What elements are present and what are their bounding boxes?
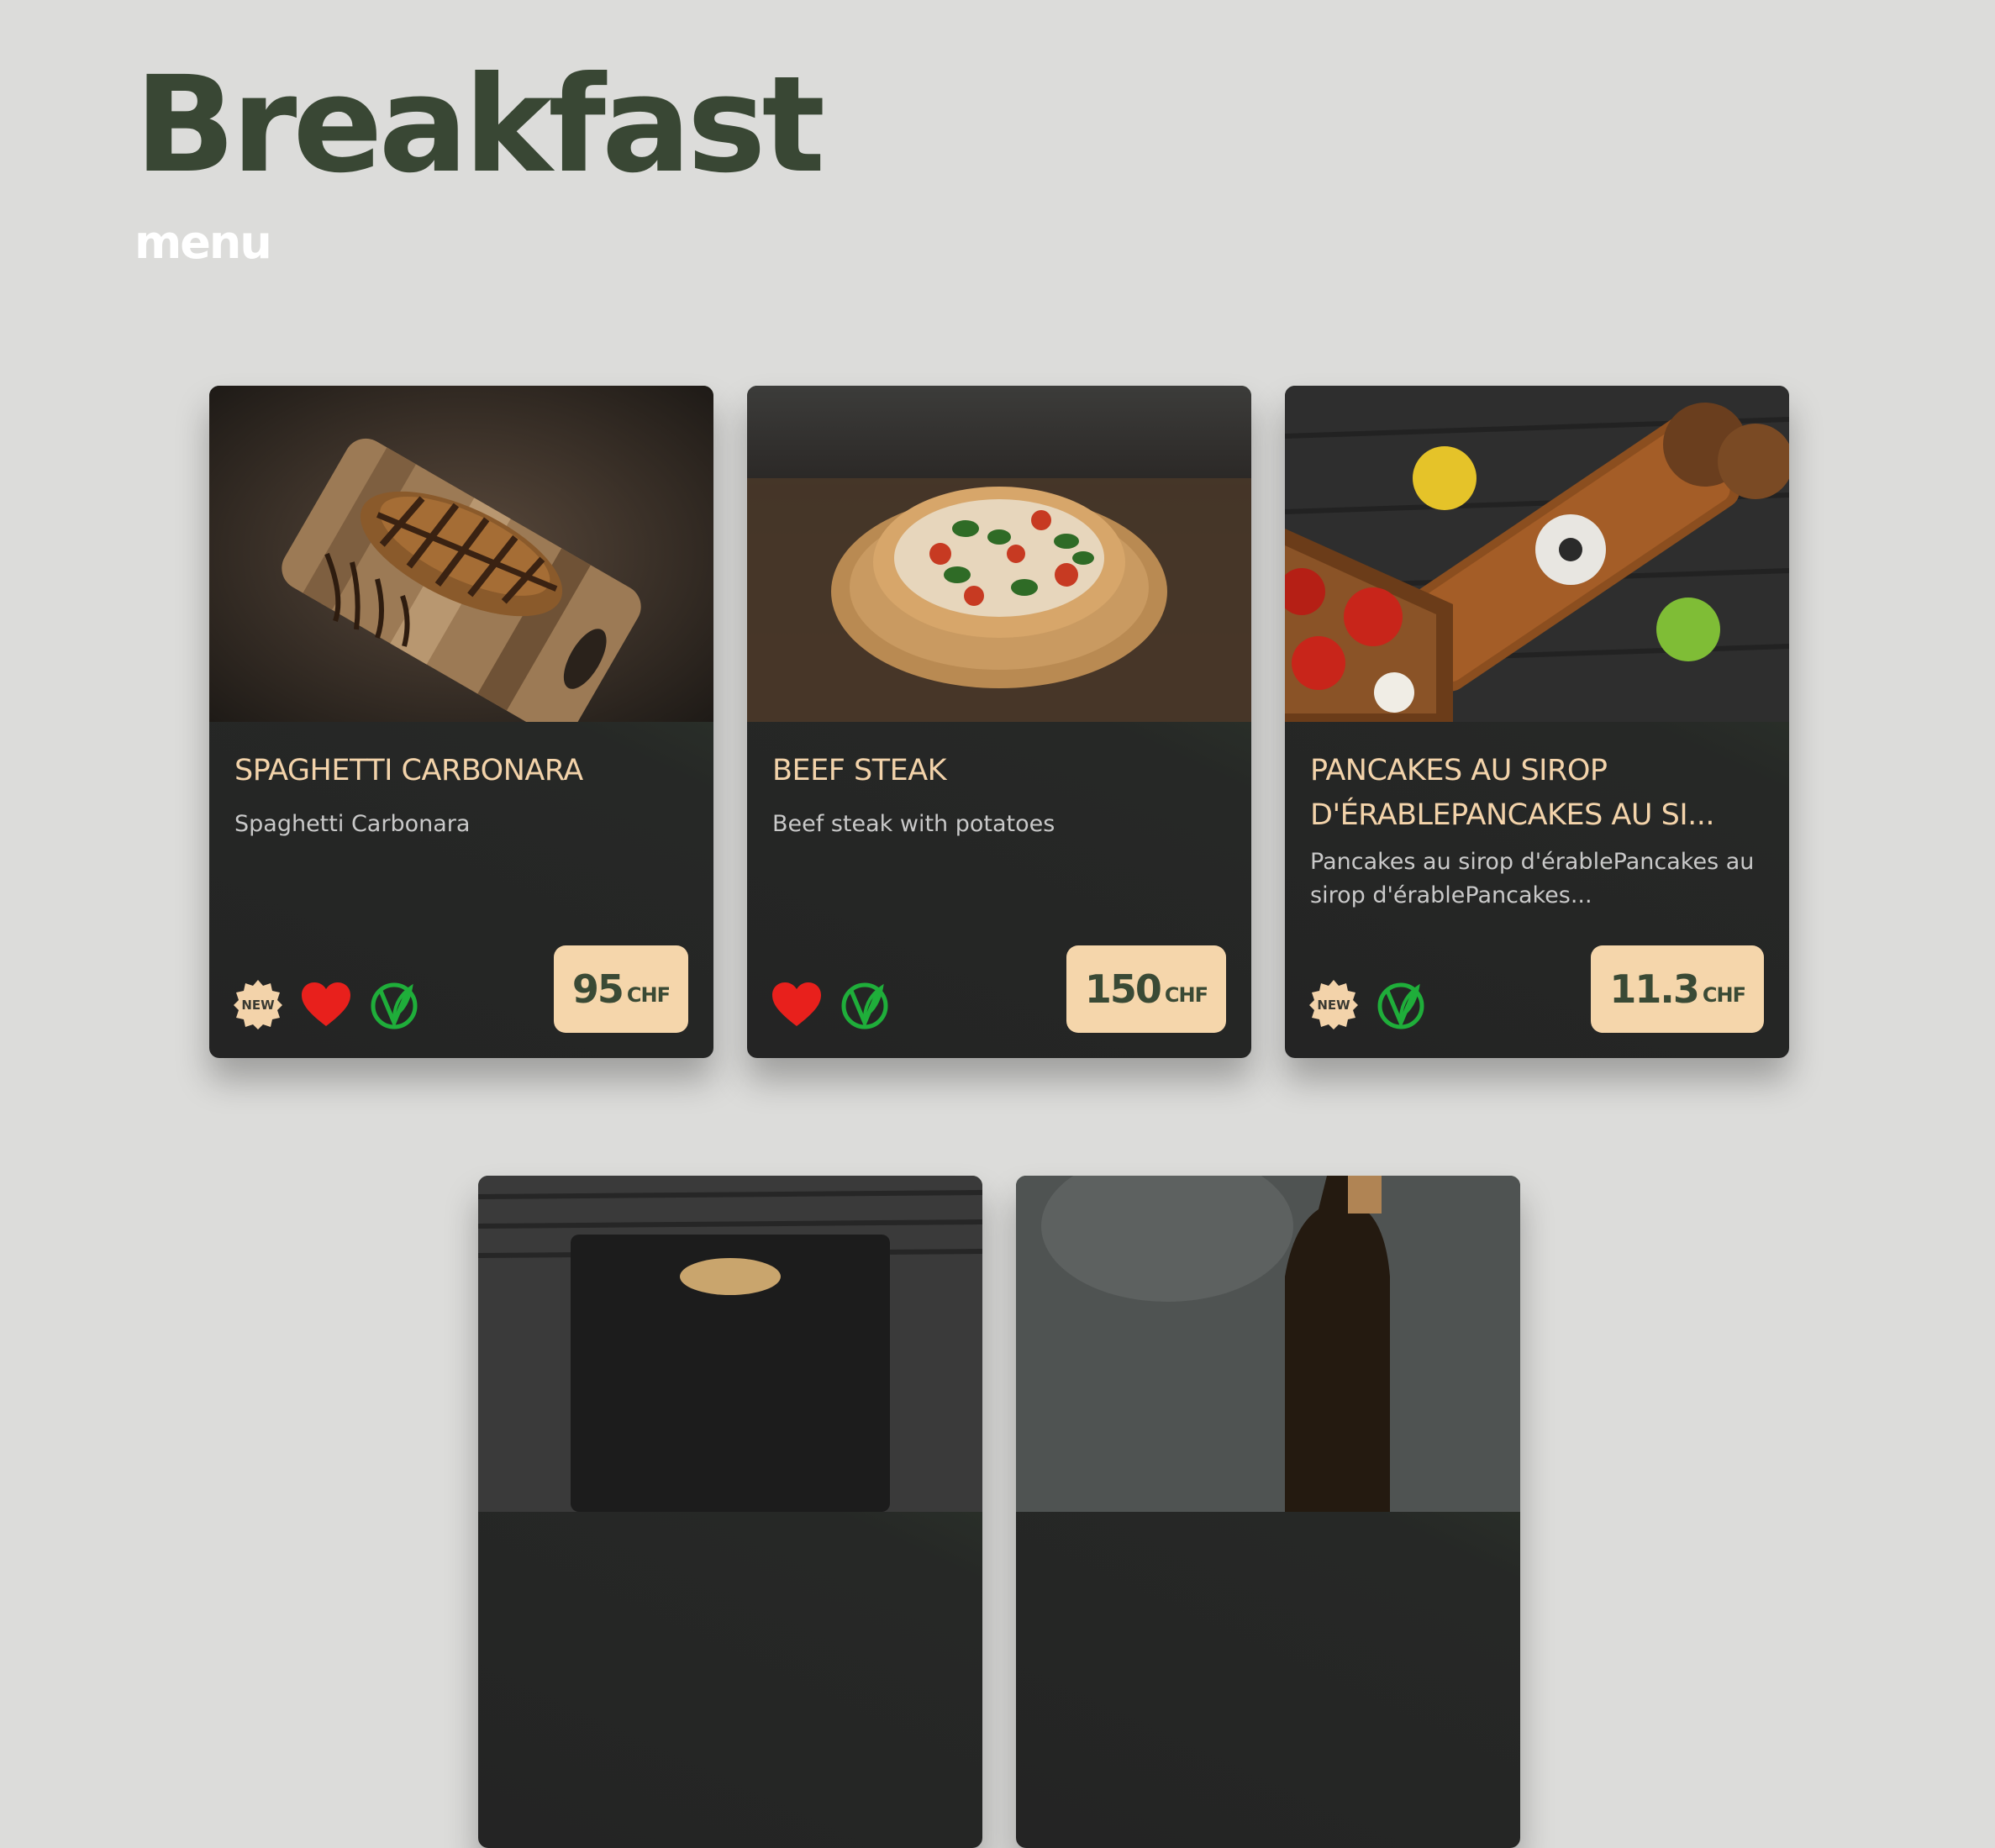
price-value: 95 (571, 966, 624, 1012)
dish-photo (478, 1176, 982, 1512)
dish-description: Beef steak with potatoes (772, 811, 1055, 837)
new-badge-icon: NEW (1309, 980, 1358, 1029)
vegan-icon (371, 982, 418, 1029)
price-tag: 150 CHF (1066, 945, 1226, 1033)
price-tag: 11.3 CHF (1591, 945, 1764, 1033)
price-value: 11.3 (1609, 966, 1699, 1012)
dish-photo (1016, 1176, 1520, 1512)
vegan-icon (1377, 982, 1424, 1029)
dish-badges (771, 979, 890, 1029)
dish-name: SPAGHETTI CARBONARA (234, 754, 583, 787)
heart-icon (302, 982, 350, 1026)
dish-badges: NEW (1308, 979, 1426, 1029)
price-currency: CHF (1164, 983, 1208, 1007)
new-badge-icon: NEW (234, 980, 282, 1029)
price-tag: 95 CHF (553, 945, 688, 1033)
heart-icon (772, 982, 821, 1026)
dish-photo (1285, 386, 1789, 722)
page-subtitle: menu (134, 216, 272, 269)
price-currency: CHF (1702, 983, 1746, 1007)
menu-card-spaghetti-carbonara[interactable]: SPAGHETTI CARBONARA Spaghetti Carbonara … (209, 386, 713, 1058)
menu-card-partial-1[interactable] (478, 1176, 982, 1848)
dish-description: Pancakes au sirop d'érablePancakes au si… (1310, 849, 1755, 908)
menu-card-pancakes[interactable]: PANCAKES AU SIROP D'ÉRABLEPANCAKES AU SI… (1285, 386, 1789, 1058)
price-value: 150 (1084, 966, 1162, 1012)
dish-name: PANCAKES AU SIROP D'ÉRABLEPANCAKES AU SI… (1310, 754, 1715, 832)
vegan-icon (841, 982, 888, 1029)
page-title: Breakfast (134, 48, 825, 203)
menu-card-beef-steak[interactable]: BEEF STEAK Beef steak with potatoes 150 … (747, 386, 1251, 1058)
dish-description: Spaghetti Carbonara (234, 811, 471, 837)
new-badge-text: NEW (241, 998, 275, 1013)
new-badge-text: NEW (1317, 998, 1350, 1013)
price-currency: CHF (626, 983, 671, 1007)
dish-badges: NEW (233, 979, 419, 1029)
dish-photo (209, 386, 713, 722)
dish-name: BEEF STEAK (772, 754, 947, 787)
menu-card-partial-2[interactable] (1016, 1176, 1520, 1848)
dish-photo (747, 386, 1251, 722)
